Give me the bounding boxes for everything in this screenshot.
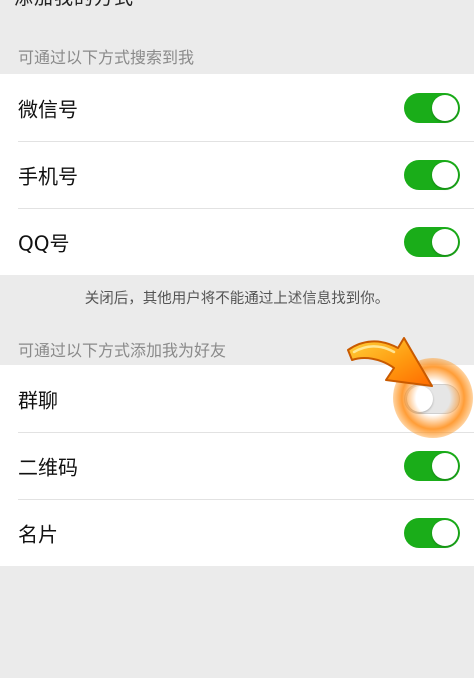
list-item-label: 微信号: [18, 97, 78, 121]
nav-title: 添加我的方式: [14, 0, 134, 10]
privacy-settings-page: 添加我的方式 可通过以下方式搜索到我 微信号 手机号 QQ号 关闭后，其他用户将…: [0, 0, 474, 678]
list-item-label: 群聊: [18, 388, 58, 412]
qq-number-toggle[interactable]: [404, 226, 460, 257]
wechat-id-toggle[interactable]: [404, 92, 460, 123]
toggle-knob: [432, 452, 458, 479]
qr-code-toggle[interactable]: [404, 450, 460, 481]
phone-number-toggle[interactable]: [404, 159, 460, 190]
search-options-group: 微信号 手机号 QQ号: [0, 74, 474, 275]
toggle-knob: [432, 228, 458, 255]
list-item-label: 名片: [18, 522, 58, 546]
search-section-title: 可通过以下方式搜索到我: [18, 48, 195, 67]
search-section-note: 关闭后，其他用户将不能通过上述信息找到你。: [84, 291, 390, 307]
toggle-knob: [432, 94, 458, 121]
list-item-label: 手机号: [18, 164, 78, 188]
list-item-group-chat[interactable]: 群聊: [0, 365, 474, 432]
list-item-label: 二维码: [18, 455, 78, 479]
list-item-qr-code[interactable]: 二维码: [0, 432, 474, 499]
toggle-knob: [432, 161, 458, 188]
list-item-phone-number[interactable]: 手机号: [0, 141, 474, 208]
toggle-knob: [432, 519, 458, 546]
list-item-label: QQ号: [18, 231, 70, 255]
list-item-wechat-id[interactable]: 微信号: [0, 74, 474, 141]
group-chat-toggle[interactable]: [404, 383, 460, 414]
add-section-title: 可通过以下方式添加我为好友: [18, 341, 227, 360]
add-options-group: 群聊 二维码 名片: [0, 365, 474, 566]
nav-bar-cut: 添加我的方式: [0, 0, 474, 30]
toggle-knob: [407, 385, 433, 412]
business-card-toggle[interactable]: [404, 517, 460, 548]
list-item-qq-number[interactable]: QQ号: [0, 208, 474, 275]
list-item-business-card[interactable]: 名片: [0, 499, 474, 566]
